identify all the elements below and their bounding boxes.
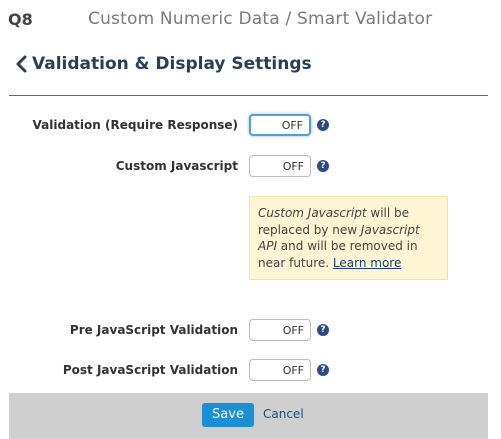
cancel-link[interactable]: Cancel	[263, 407, 304, 421]
question-number: Q8	[8, 10, 33, 29]
setting-label: Validation (Require Response)	[32, 118, 238, 132]
setting-row-post-js-validation: Post JavaScript Validation OFF ?	[0, 359, 501, 383]
pre-js-validation-toggle[interactable]: OFF	[249, 319, 311, 341]
panel-header[interactable]: Validation & Display Settings	[14, 52, 312, 76]
footer-bar: Save Cancel	[9, 393, 488, 439]
divider	[9, 95, 488, 96]
setting-row-pre-js-validation: Pre JavaScript Validation OFF ?	[0, 319, 501, 343]
chevron-left-icon[interactable]	[14, 54, 28, 74]
post-js-validation-toggle[interactable]: OFF	[249, 359, 311, 381]
notice-text-custom-javascript: Custom Javascript	[258, 206, 367, 220]
validation-toggle[interactable]: OFF	[249, 114, 311, 136]
save-button[interactable]: Save	[202, 403, 254, 427]
setting-label: Custom Javascript	[115, 159, 238, 173]
setting-label: Pre JavaScript Validation	[69, 323, 238, 337]
help-icon[interactable]: ?	[317, 364, 329, 376]
setting-row-validation: Validation (Require Response) OFF ?	[0, 114, 501, 138]
setting-label: Post JavaScript Validation	[62, 363, 238, 377]
help-icon[interactable]: ?	[317, 160, 329, 172]
custom-javascript-toggle[interactable]: OFF	[249, 155, 311, 177]
help-icon[interactable]: ?	[317, 119, 329, 131]
question-header: Q8 Custom Numeric Data / Smart Validator	[0, 0, 501, 40]
learn-more-link[interactable]: Learn more	[333, 256, 401, 270]
setting-row-custom-javascript: Custom Javascript OFF ?	[0, 155, 501, 179]
deprecation-notice: Custom Javascript will be replaced by ne…	[249, 196, 448, 280]
panel-title: Validation & Display Settings	[32, 54, 312, 74]
question-title: Custom Numeric Data / Smart Validator	[88, 9, 433, 29]
help-icon[interactable]: ?	[317, 324, 329, 336]
